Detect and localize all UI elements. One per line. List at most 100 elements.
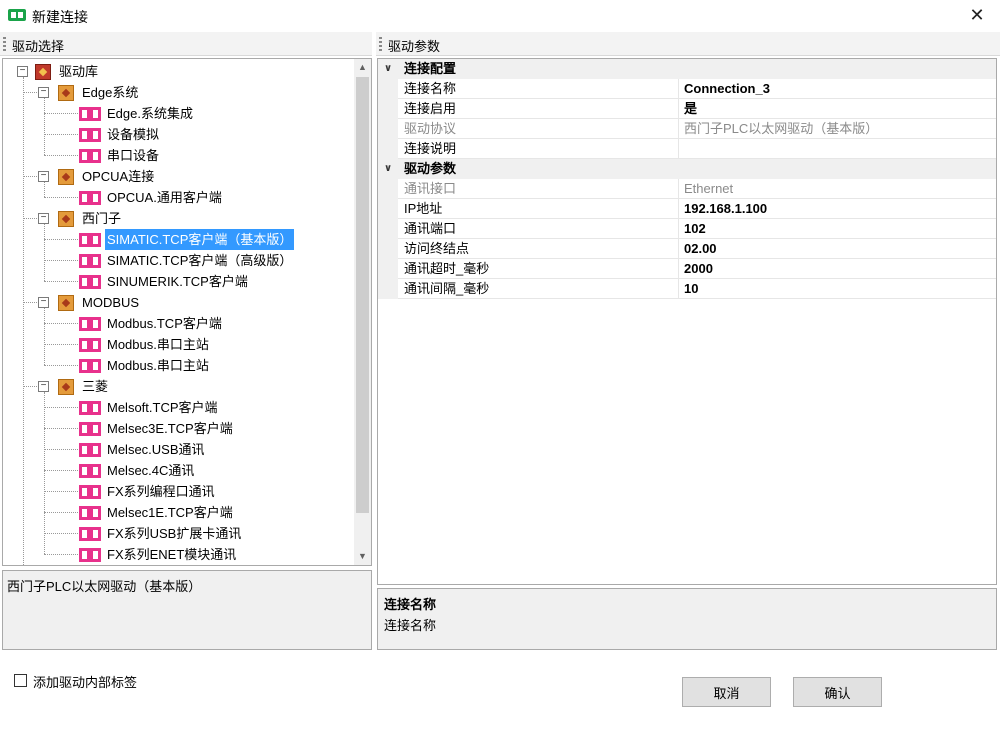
property-category[interactable]: ∨ 驱动参数 — [378, 159, 996, 179]
folder-icon — [58, 169, 74, 185]
close-button[interactable]: ✕ — [964, 2, 990, 28]
tree-item-driver[interactable]: FX系列USB扩展卡通讯 — [3, 523, 353, 544]
tree-item-driver[interactable]: 设备模拟 — [3, 124, 353, 145]
scroll-up-button[interactable]: ▲ — [354, 59, 371, 76]
property-row[interactable]: 连接说明 — [378, 139, 996, 159]
property-name: 通讯接口 — [404, 181, 457, 196]
tree-item-category[interactable]: − MODBUS — [3, 292, 353, 313]
property-value[interactable]: 10 — [684, 279, 698, 298]
title-bar: 新建连接 ✕ — [0, 0, 1000, 30]
tree-item-driver[interactable]: SIMATIC.TCP客户端（高级版） — [3, 250, 353, 271]
property-row[interactable]: 通讯超时_毫秒 2000 — [378, 259, 996, 279]
tree-item-label: 设备模拟 — [107, 127, 160, 142]
property-row[interactable]: 驱动协议 西门子PLC以太网驱动（基本版） — [378, 119, 996, 139]
tree-item-driver[interactable]: Melsec.4C通讯 — [3, 460, 353, 481]
tree-item-driver[interactable]: Melsec.USB通讯 — [3, 439, 353, 460]
row-gutter — [378, 99, 398, 119]
tree-item-driver[interactable]: SINUMERIK.TCP客户端 — [3, 271, 353, 292]
property-value[interactable]: 2000 — [684, 259, 713, 278]
tree-item-label: 西门子 — [82, 211, 122, 226]
row-gutter — [378, 179, 398, 199]
collapse-toggle-icon[interactable]: − — [38, 213, 49, 224]
tree-item-root[interactable]: − 驱动库 — [3, 61, 353, 82]
property-name: IP地址 — [404, 201, 443, 216]
tree-item-driver[interactable]: 串口设备 — [3, 145, 353, 166]
tree-item-category[interactable]: − 三菱 — [3, 376, 353, 397]
property-row[interactable]: 访问终结点 02.00 — [378, 239, 996, 259]
property-row[interactable]: 连接启用 是 — [378, 99, 996, 119]
scroll-down-button[interactable]: ▼ — [354, 548, 371, 565]
tree-item-category[interactable]: − OPCUA连接 — [3, 166, 353, 187]
tree-item-driver[interactable]: Melsoft.TCP客户端 — [3, 397, 353, 418]
property-value: Ethernet — [684, 181, 734, 196]
tree-item-label: MODBUS — [82, 295, 140, 310]
tree-item-label: Melsoft.TCP客户端 — [107, 400, 218, 415]
tree-item-driver[interactable]: FX系列ENET模块通讯 — [3, 544, 353, 565]
tree-item-driver[interactable]: FX系列编程口通讯 — [3, 481, 353, 502]
chevron-down-icon[interactable]: ∨ — [384, 59, 392, 78]
property-value[interactable]: 是 — [684, 99, 697, 118]
property-value[interactable]: 192.168.1.100 — [684, 199, 767, 218]
tree-item-driver[interactable]: Modbus.TCP客户端 — [3, 313, 353, 334]
app-icon — [8, 9, 26, 21]
confirm-button[interactable]: 确认 — [793, 677, 882, 707]
tree-item-label: FX系列ENET模块通讯 — [107, 547, 237, 562]
library-icon — [35, 64, 51, 80]
property-row[interactable]: 通讯接口 Ethernet — [378, 179, 996, 199]
tree-item-label: Melsec.USB通讯 — [107, 442, 205, 457]
tree-item-driver[interactable]: Melsec1E.TCP客户端 — [3, 502, 353, 523]
tree-item-driver[interactable]: Modbus.串口主站 — [3, 355, 353, 376]
collapse-toggle-icon[interactable]: − — [17, 66, 28, 77]
property-value[interactable]: 102 — [684, 219, 706, 238]
tree-connector — [44, 308, 45, 365]
property-row[interactable]: 通讯间隔_毫秒 10 — [378, 279, 996, 299]
chevron-down-icon[interactable]: ∨ — [384, 159, 392, 178]
property-value[interactable]: 02.00 — [684, 239, 717, 258]
row-gutter — [378, 119, 398, 139]
driver-icon — [79, 254, 101, 268]
driver-selection-title: 驱动选择 — [12, 39, 65, 54]
cancel-button[interactable]: 取消 — [682, 677, 771, 707]
collapse-toggle-icon[interactable]: − — [38, 171, 49, 182]
tree-item-driver[interactable]: SIMATIC.TCP客户端（基本版） — [3, 229, 353, 250]
property-category[interactable]: ∨ 连接配置 — [378, 59, 996, 79]
property-row[interactable]: IP地址 192.168.1.100 — [378, 199, 996, 219]
property-grid[interactable]: ∨ 连接配置 连接名称 Connection_3 连接启用 是驱动协议 西门子PLC以太网驱… — [377, 58, 997, 585]
driver-description: 西门子PLC以太网驱动（基本版） — [2, 570, 372, 650]
tree-item-driver[interactable]: Modbus.串口主站 — [3, 334, 353, 355]
grip-icon — [3, 37, 6, 51]
driver-params-title: 驱动参数 — [388, 39, 441, 54]
driver-tree[interactable]: ▲ ▼ − 驱动库 − Edge系统 Edge.系统集成设备模拟串口设备 − OPCUA连接… — [2, 58, 372, 566]
driver-icon — [79, 527, 101, 541]
collapse-toggle-icon[interactable]: − — [38, 297, 49, 308]
row-gutter — [378, 239, 398, 259]
property-row[interactable]: 通讯端口 102 — [378, 219, 996, 239]
add-internal-tags-checkbox[interactable] — [14, 674, 27, 687]
driver-icon — [79, 485, 101, 499]
driver-selection-header: 驱动选择 — [0, 32, 372, 56]
tree-item-driver[interactable]: OPCUA.通用客户端 — [3, 187, 353, 208]
column-divider — [678, 119, 679, 139]
column-divider — [678, 99, 679, 119]
add-internal-tags-label[interactable]: 添加驱动内部标签 — [33, 672, 137, 691]
tree-connector — [44, 182, 45, 197]
tree-item-category[interactable]: − Edge系统 — [3, 82, 353, 103]
collapse-toggle-icon[interactable]: − — [38, 87, 49, 98]
tree-item-label: Modbus.串口主站 — [107, 358, 209, 373]
tree-item-label: 串口设备 — [107, 148, 160, 163]
property-value[interactable]: Connection_3 — [684, 79, 770, 98]
collapse-toggle-icon[interactable]: − — [38, 381, 49, 392]
tree-item-label: Melsec1E.TCP客户端 — [107, 505, 233, 520]
property-row[interactable]: 连接名称 Connection_3 — [378, 79, 996, 99]
tree-item-category[interactable]: − 西门子 — [3, 208, 353, 229]
scroll-thumb[interactable] — [356, 77, 369, 513]
driver-icon — [79, 233, 101, 247]
driver-icon — [79, 506, 101, 520]
tree-item-driver[interactable]: Edge.系统集成 — [3, 103, 353, 124]
tree-scrollbar[interactable]: ▲ ▼ — [354, 59, 371, 565]
tree-item-label: Melsec3E.TCP客户端 — [107, 421, 233, 436]
tree-item-driver[interactable]: Melsec3E.TCP客户端 — [3, 418, 353, 439]
tree-item-label: Modbus.串口主站 — [107, 337, 209, 352]
driver-icon — [79, 317, 101, 331]
property-name: 驱动协议 — [404, 121, 457, 136]
